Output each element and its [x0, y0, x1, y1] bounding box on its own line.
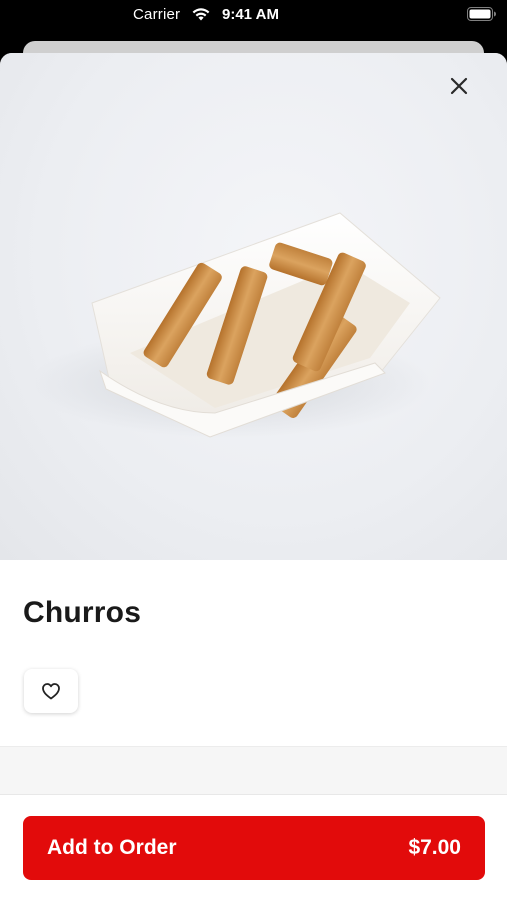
- section-divider: [0, 746, 507, 795]
- status-time: 9:41 AM: [222, 6, 279, 23]
- product-title: Churros: [23, 596, 142, 629]
- price-label: $7.00: [408, 836, 461, 859]
- product-detail-sheet: Churros Add to Order $7.00: [0, 53, 507, 900]
- add-to-order-button[interactable]: Add to Order $7.00: [23, 816, 485, 880]
- add-to-order-label: Add to Order: [47, 836, 177, 859]
- status-bar: Carrier 9:41 AM: [0, 0, 507, 32]
- favorite-button[interactable]: [24, 669, 78, 713]
- product-image: [0, 53, 507, 560]
- wifi-icon: [192, 8, 210, 21]
- screen: Carrier 9:41 AM Churros Add to Order $7.…: [0, 0, 507, 900]
- carrier-label: Carrier: [133, 6, 181, 23]
- heart-icon: [42, 683, 60, 700]
- close-icon: [450, 77, 468, 95]
- close-button[interactable]: [450, 77, 486, 113]
- order-footer: Add to Order $7.00: [0, 794, 507, 900]
- battery-icon: [467, 7, 496, 21]
